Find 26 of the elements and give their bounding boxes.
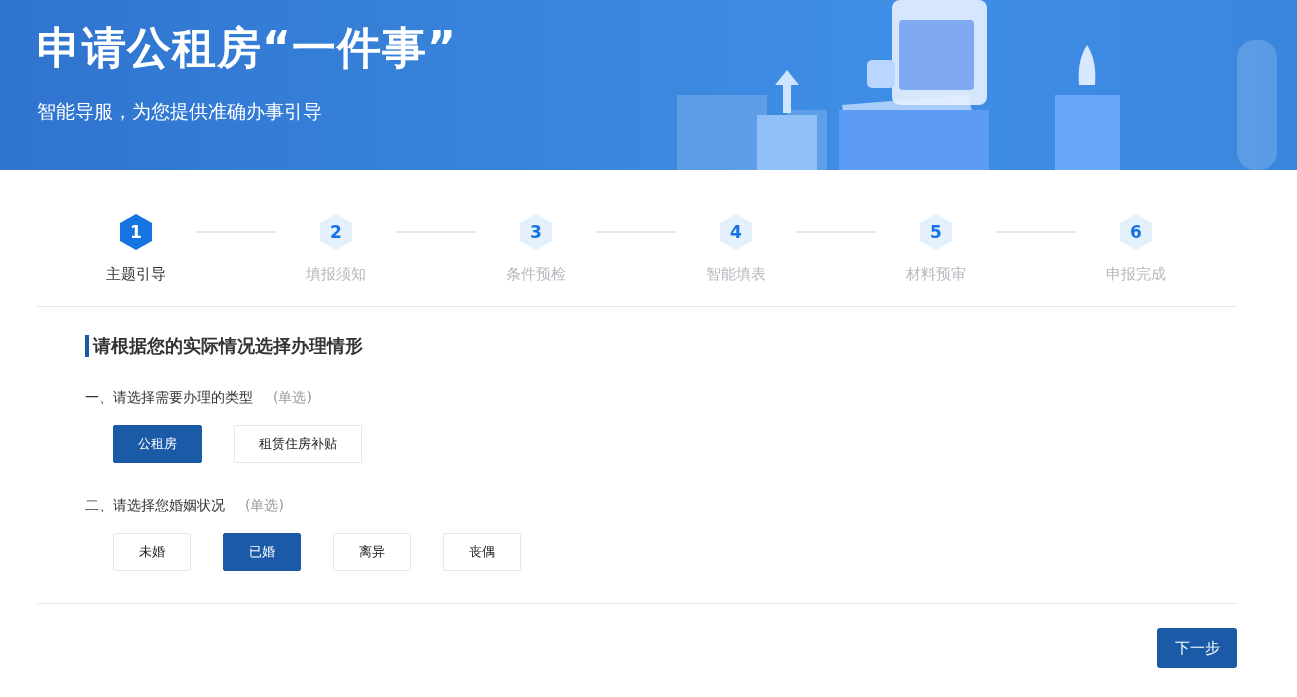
- step-label: 填报须知: [306, 264, 366, 284]
- next-button[interactable]: 下一步: [1157, 628, 1237, 668]
- question-label: 二、请选择您婚姻状况: [85, 496, 225, 515]
- question-hint: (单选): [245, 496, 284, 515]
- page-title: 申请公租房“一件事”: [37, 21, 458, 75]
- option-button[interactable]: 未婚: [113, 533, 191, 571]
- option-button[interactable]: 已婚: [223, 533, 301, 571]
- option-button[interactable]: 租赁住房补贴: [234, 425, 362, 463]
- page-subtitle: 智能导服，为您提供准确办事引导: [37, 99, 323, 124]
- step-number: 1: [120, 214, 152, 250]
- question-hint: (单选): [273, 388, 312, 407]
- step-number: 2: [320, 214, 352, 250]
- step-label: 条件预检: [506, 264, 566, 284]
- step-number: 3: [520, 214, 552, 250]
- step-label: 材料预审: [906, 264, 966, 284]
- step-number: 5: [920, 214, 952, 250]
- option-button[interactable]: 离异: [333, 533, 411, 571]
- step-label: 申报完成: [1106, 264, 1166, 284]
- section-title: 请根据您的实际情况选择办理情形: [85, 335, 1237, 357]
- step-label: 主题引导: [106, 264, 166, 284]
- step-number: 6: [1120, 214, 1152, 250]
- option-button[interactable]: 丧偶: [443, 533, 521, 571]
- step-label: 智能填表: [706, 264, 766, 284]
- option-button[interactable]: 公租房: [113, 425, 202, 463]
- step-number: 4: [720, 214, 752, 250]
- question-label: 一、请选择需要办理的类型: [85, 388, 253, 407]
